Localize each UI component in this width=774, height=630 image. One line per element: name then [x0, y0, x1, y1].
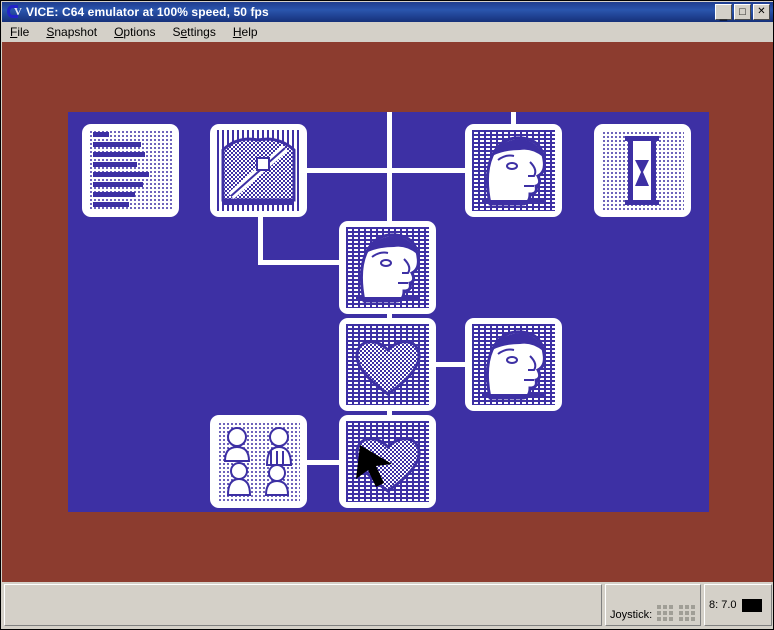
drive-status-panel[interactable]: 8: 7.0 — [704, 584, 772, 626]
joystick-indicators — [657, 605, 696, 621]
wire-heart-to-face-right — [434, 362, 468, 367]
minimize-button[interactable]: _ — [715, 4, 732, 20]
menu-bar: File Snapshot Options Settings Help — [2, 22, 773, 42]
wire-artwork-to-face-top — [307, 168, 466, 173]
wire-artwork-down — [258, 217, 263, 265]
tile-face-top[interactable] — [465, 124, 562, 217]
c64-screen[interactable] — [68, 112, 709, 512]
joystick-label: Joystick: — [610, 609, 653, 621]
close-button[interactable]: ✕ — [753, 4, 770, 20]
window-title: VICE: C64 emulator at 100% speed, 50 fps — [26, 5, 269, 19]
window-controls: _ □ ✕ — [715, 4, 770, 20]
people-glyph-icon — [223, 427, 293, 496]
menu-item-help[interactable]: Help — [231, 23, 267, 41]
status-message-panel — [4, 584, 602, 626]
heart-glyph-icon — [355, 340, 421, 396]
maximize-button[interactable]: □ — [734, 4, 751, 20]
wire-artwork-to-center — [258, 260, 342, 265]
heart-with-cursor-icon — [346, 421, 429, 502]
mouse-pointer-icon — [356, 445, 392, 487]
tile-heart[interactable] — [339, 318, 436, 411]
drive-label: 8: 7.0 — [709, 599, 737, 611]
joystick-port-1-indicator — [657, 605, 674, 621]
tile-face-center[interactable] — [339, 221, 436, 314]
tile-face-right[interactable] — [465, 318, 562, 411]
dithered-artwork-icon — [217, 130, 300, 211]
artwork-shape-icon — [221, 137, 296, 205]
face-profile-icon — [346, 227, 429, 308]
menu-item-file[interactable]: File — [8, 23, 38, 41]
tile-people[interactable] — [210, 415, 307, 508]
maximize-icon: □ — [739, 6, 746, 18]
emulator-viewport[interactable] — [2, 42, 773, 582]
close-icon: ✕ — [757, 6, 766, 17]
tile-text-list[interactable] — [82, 124, 179, 217]
minimize-icon: _ — [719, 6, 728, 21]
tile-cursor-heart[interactable] — [339, 415, 436, 508]
menu-item-settings[interactable]: Settings — [170, 23, 224, 41]
wire-top-trunk — [387, 112, 392, 221]
face-outline-icon — [356, 233, 420, 303]
status-bar: Joystick: 8: 7.0 — [2, 582, 773, 629]
vice-c64-icon: V — [6, 4, 22, 20]
vice-emulator-window: V VICE: C64 emulator at 100% speed, 50 f… — [0, 0, 774, 630]
title-bar: V VICE: C64 emulator at 100% speed, 50 f… — [2, 2, 773, 22]
text-list-icon — [89, 130, 172, 211]
face-profile-icon — [472, 130, 555, 211]
face-outline-icon — [482, 136, 546, 206]
tile-artwork[interactable] — [210, 124, 307, 217]
drive-led-icon — [741, 598, 762, 612]
people-group-icon — [217, 421, 300, 502]
wire-people-to-cursor — [306, 460, 342, 465]
heart-icon — [346, 324, 429, 405]
joystick-status-panel[interactable]: Joystick: — [605, 584, 701, 626]
face-outline-icon — [482, 330, 546, 400]
face-profile-icon — [472, 324, 555, 405]
menu-item-snapshot[interactable]: Snapshot — [44, 23, 106, 41]
joystick-port-2-indicator — [679, 605, 696, 621]
tile-hourglass[interactable] — [594, 124, 691, 217]
hourglass-icon — [601, 130, 684, 211]
hourglass-glyph-icon — [625, 136, 659, 205]
menu-item-options[interactable]: Options — [112, 23, 164, 41]
